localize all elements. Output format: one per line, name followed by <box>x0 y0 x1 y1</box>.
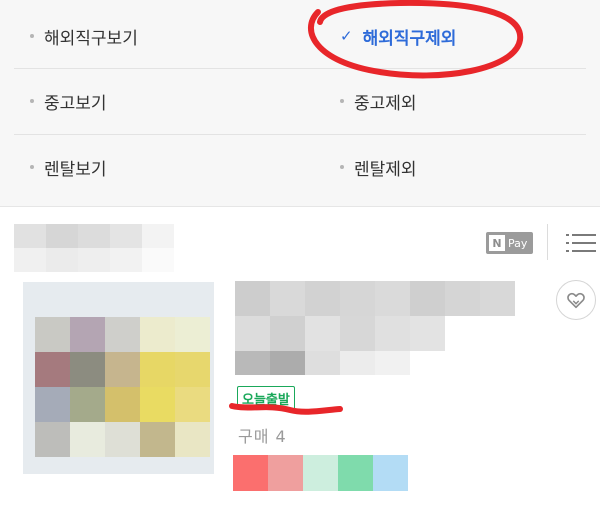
npay-label: Pay <box>508 236 528 250</box>
list-view-icon[interactable] <box>566 230 596 256</box>
blurred-product-title <box>235 281 515 351</box>
divider <box>14 134 586 135</box>
npay-filter-button[interactable]: N Pay <box>486 232 534 254</box>
filter-panel: 해외직구보기 ✓ 해외직구제외 중고보기 중고제외 렌탈보기 렌탈제외 <box>0 0 600 207</box>
color-swatches <box>233 455 408 491</box>
filter-rental-show[interactable]: 렌탈보기 <box>30 155 107 180</box>
filter-label: 해외직구제외 <box>362 28 457 49</box>
blurred-product-price <box>235 351 410 375</box>
same-day-shipping-badge: 오늘출발 <box>237 386 295 410</box>
check-icon: ✓ <box>340 27 353 45</box>
blurred-sort-label <box>14 224 174 272</box>
swatch <box>233 455 268 491</box>
bullet-icon <box>340 99 344 103</box>
bullet-icon <box>30 34 34 38</box>
filter-label: 렌탈보기 <box>44 159 107 180</box>
bullet-icon <box>30 165 34 169</box>
bullet-icon <box>340 165 344 169</box>
divider <box>547 224 548 260</box>
swatch <box>373 455 408 491</box>
filter-label: 렌탈제외 <box>354 159 417 180</box>
filter-used-exclude[interactable]: 중고제외 <box>340 89 417 114</box>
filter-label: 중고보기 <box>44 93 107 114</box>
swatch <box>338 455 373 491</box>
swatch <box>303 455 338 491</box>
wishlist-button[interactable] <box>556 280 596 320</box>
divider <box>14 68 586 69</box>
wishlist-heart-icon <box>567 292 585 309</box>
filter-rental-exclude[interactable]: 렌탈제외 <box>340 155 417 180</box>
swatch <box>268 455 303 491</box>
filter-overseas-exclude[interactable]: ✓ 해외직구제외 <box>340 24 457 49</box>
filter-overseas-show[interactable]: 해외직구보기 <box>30 24 138 49</box>
purchase-count: 구매 4 <box>238 427 287 446</box>
filter-label: 중고제외 <box>354 93 417 114</box>
bullet-icon <box>30 99 34 103</box>
filter-label: 해외직구보기 <box>44 28 138 49</box>
filter-used-show[interactable]: 중고보기 <box>30 89 107 114</box>
npay-icon: N <box>489 235 505 251</box>
product-thumbnail[interactable] <box>23 282 214 474</box>
